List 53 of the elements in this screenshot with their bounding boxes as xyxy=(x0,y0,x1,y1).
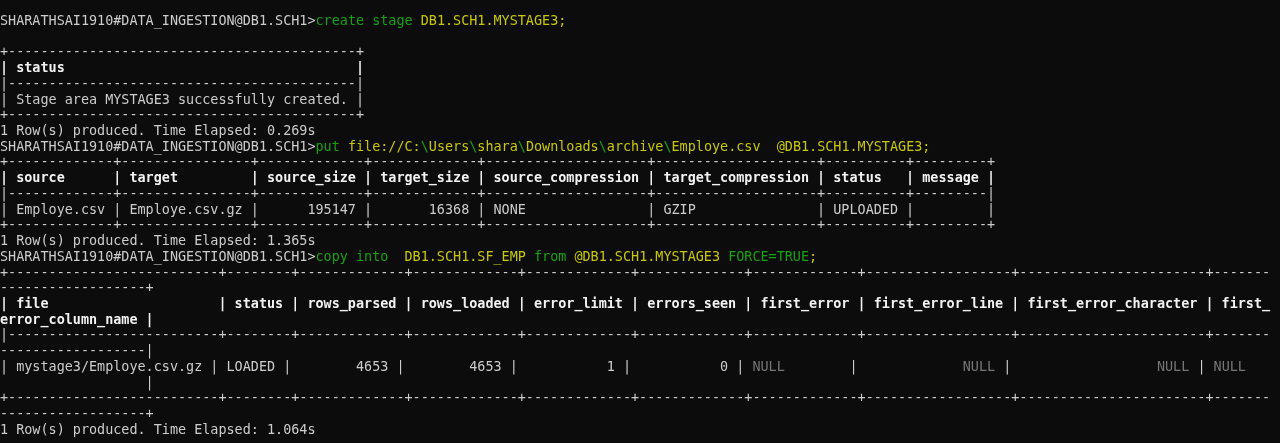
table-border: +-------------+----------------+-------------+-------------+--------------------+--------------------+----------+---------+ xyxy=(0,154,996,170)
result-message: 1 Row(s) produced. Time Elapsed: 1.064s xyxy=(0,421,316,438)
table-row-text: | xyxy=(1196,358,1207,375)
prompt-text: SHARATHSAI1910#DATA_INGESTION@DB1.SCH1> xyxy=(0,13,316,29)
table-border: ------------------+ xyxy=(0,405,154,422)
table-border: +-------------------------------------------+ xyxy=(0,44,365,61)
command-keyword: FORCE=TRUE xyxy=(728,248,810,265)
command-keyword: \ xyxy=(517,138,526,155)
command-argument: Users xyxy=(428,138,470,155)
table-row-text: | Stage area MYSTAGE3 successfully created. | xyxy=(0,91,365,108)
table-row-text: | xyxy=(144,374,154,391)
command-argument: @DB1.SCH1.MYSTAGE3 xyxy=(573,248,722,265)
command-keyword: \ xyxy=(420,138,429,155)
command-keyword: \ xyxy=(469,138,478,155)
table-border: +--------------------------+--------+-------------+-------------+-------------+-------------+-------------+------------------+-----------------------+------- xyxy=(0,264,1271,281)
null-value: NULL xyxy=(1156,358,1190,375)
table-border: ------------------| xyxy=(0,343,154,359)
table-row-text: | mystage3/Employe.csv.gz | LOADED | 4653 | 4653 | 1 | 0 | xyxy=(0,358,746,375)
command-argument: archive xyxy=(606,138,664,155)
table-border: ------------------+ xyxy=(0,280,154,296)
table-row-text: | Employe.csv | Employe.csv.gz | 195147 | 16368 | NONE | GZIP | UPLOADED | | xyxy=(0,201,996,218)
table-header-row: | source | target | source_size | target_size | source_compression | target_compression | status | message | xyxy=(0,170,996,186)
table-header-row: | file | status | rows_parsed | rows_loaded | error_limit | errors_seen | first_error | first_error_line | first_error_character | first_ xyxy=(0,295,1271,312)
command-argument: Downloads xyxy=(525,138,599,155)
result-message: 1 Row(s) produced. Time Elapsed: 1.365s xyxy=(0,233,316,249)
command-keyword: from xyxy=(533,248,567,265)
null-value: NULL xyxy=(1213,358,1246,375)
command-argument: file://C: xyxy=(346,138,421,155)
result-message: 1 Row(s) produced. Time Elapsed: 0.269s xyxy=(0,123,316,139)
prompt-text: SHARATHSAI1910#DATA_INGESTION@DB1.SCH1> xyxy=(0,138,316,155)
null-value: NULL xyxy=(962,358,996,375)
command-argument: DB1.SCH1.MYSTAGE3; xyxy=(419,13,567,29)
command-argument: Employe.csv @DB1.SCH1.MYSTAGE3; xyxy=(671,138,931,155)
command-keyword: copy into xyxy=(315,248,389,265)
command-argument: ; xyxy=(809,248,818,265)
command-argument: DB1.SCH1.SF_EMP xyxy=(403,248,527,265)
table-row-text: | xyxy=(848,358,859,375)
table-header-row: | status | xyxy=(0,60,365,76)
table-border: |-------------+----------------+-------------+-------------+--------------------+--------------------+----------+---------| xyxy=(0,185,996,202)
table-border: +-------------------------------------------+ xyxy=(0,107,365,124)
command-keyword: put xyxy=(315,138,340,154)
command-keyword: \ xyxy=(663,138,672,155)
table-border: +-------------+----------------+-------------+-------------+--------------------+--------------------+----------+---------+ xyxy=(0,217,996,234)
command-argument: shara xyxy=(477,138,518,155)
prompt-text: SHARATHSAI1910#DATA_INGESTION@DB1.SCH1> xyxy=(0,248,316,265)
command-keyword: \ xyxy=(598,138,607,155)
table-border: |-------------------------------------------| xyxy=(0,75,365,92)
table-border: |--------------------------+--------+-------------+-------------+-------------+-------------+-------------+------------------+-----------------------+------- xyxy=(0,327,1271,344)
table-row-text: | xyxy=(1002,358,1013,375)
table-border: +--------------------------+--------+-------------+-------------+-------------+-------------+-------------+------------------+-----------------------+------- xyxy=(0,390,1271,406)
command-keyword: create stage xyxy=(315,13,413,29)
table-header-row: error_column_name | xyxy=(0,311,154,328)
null-value: NULL xyxy=(752,358,785,375)
